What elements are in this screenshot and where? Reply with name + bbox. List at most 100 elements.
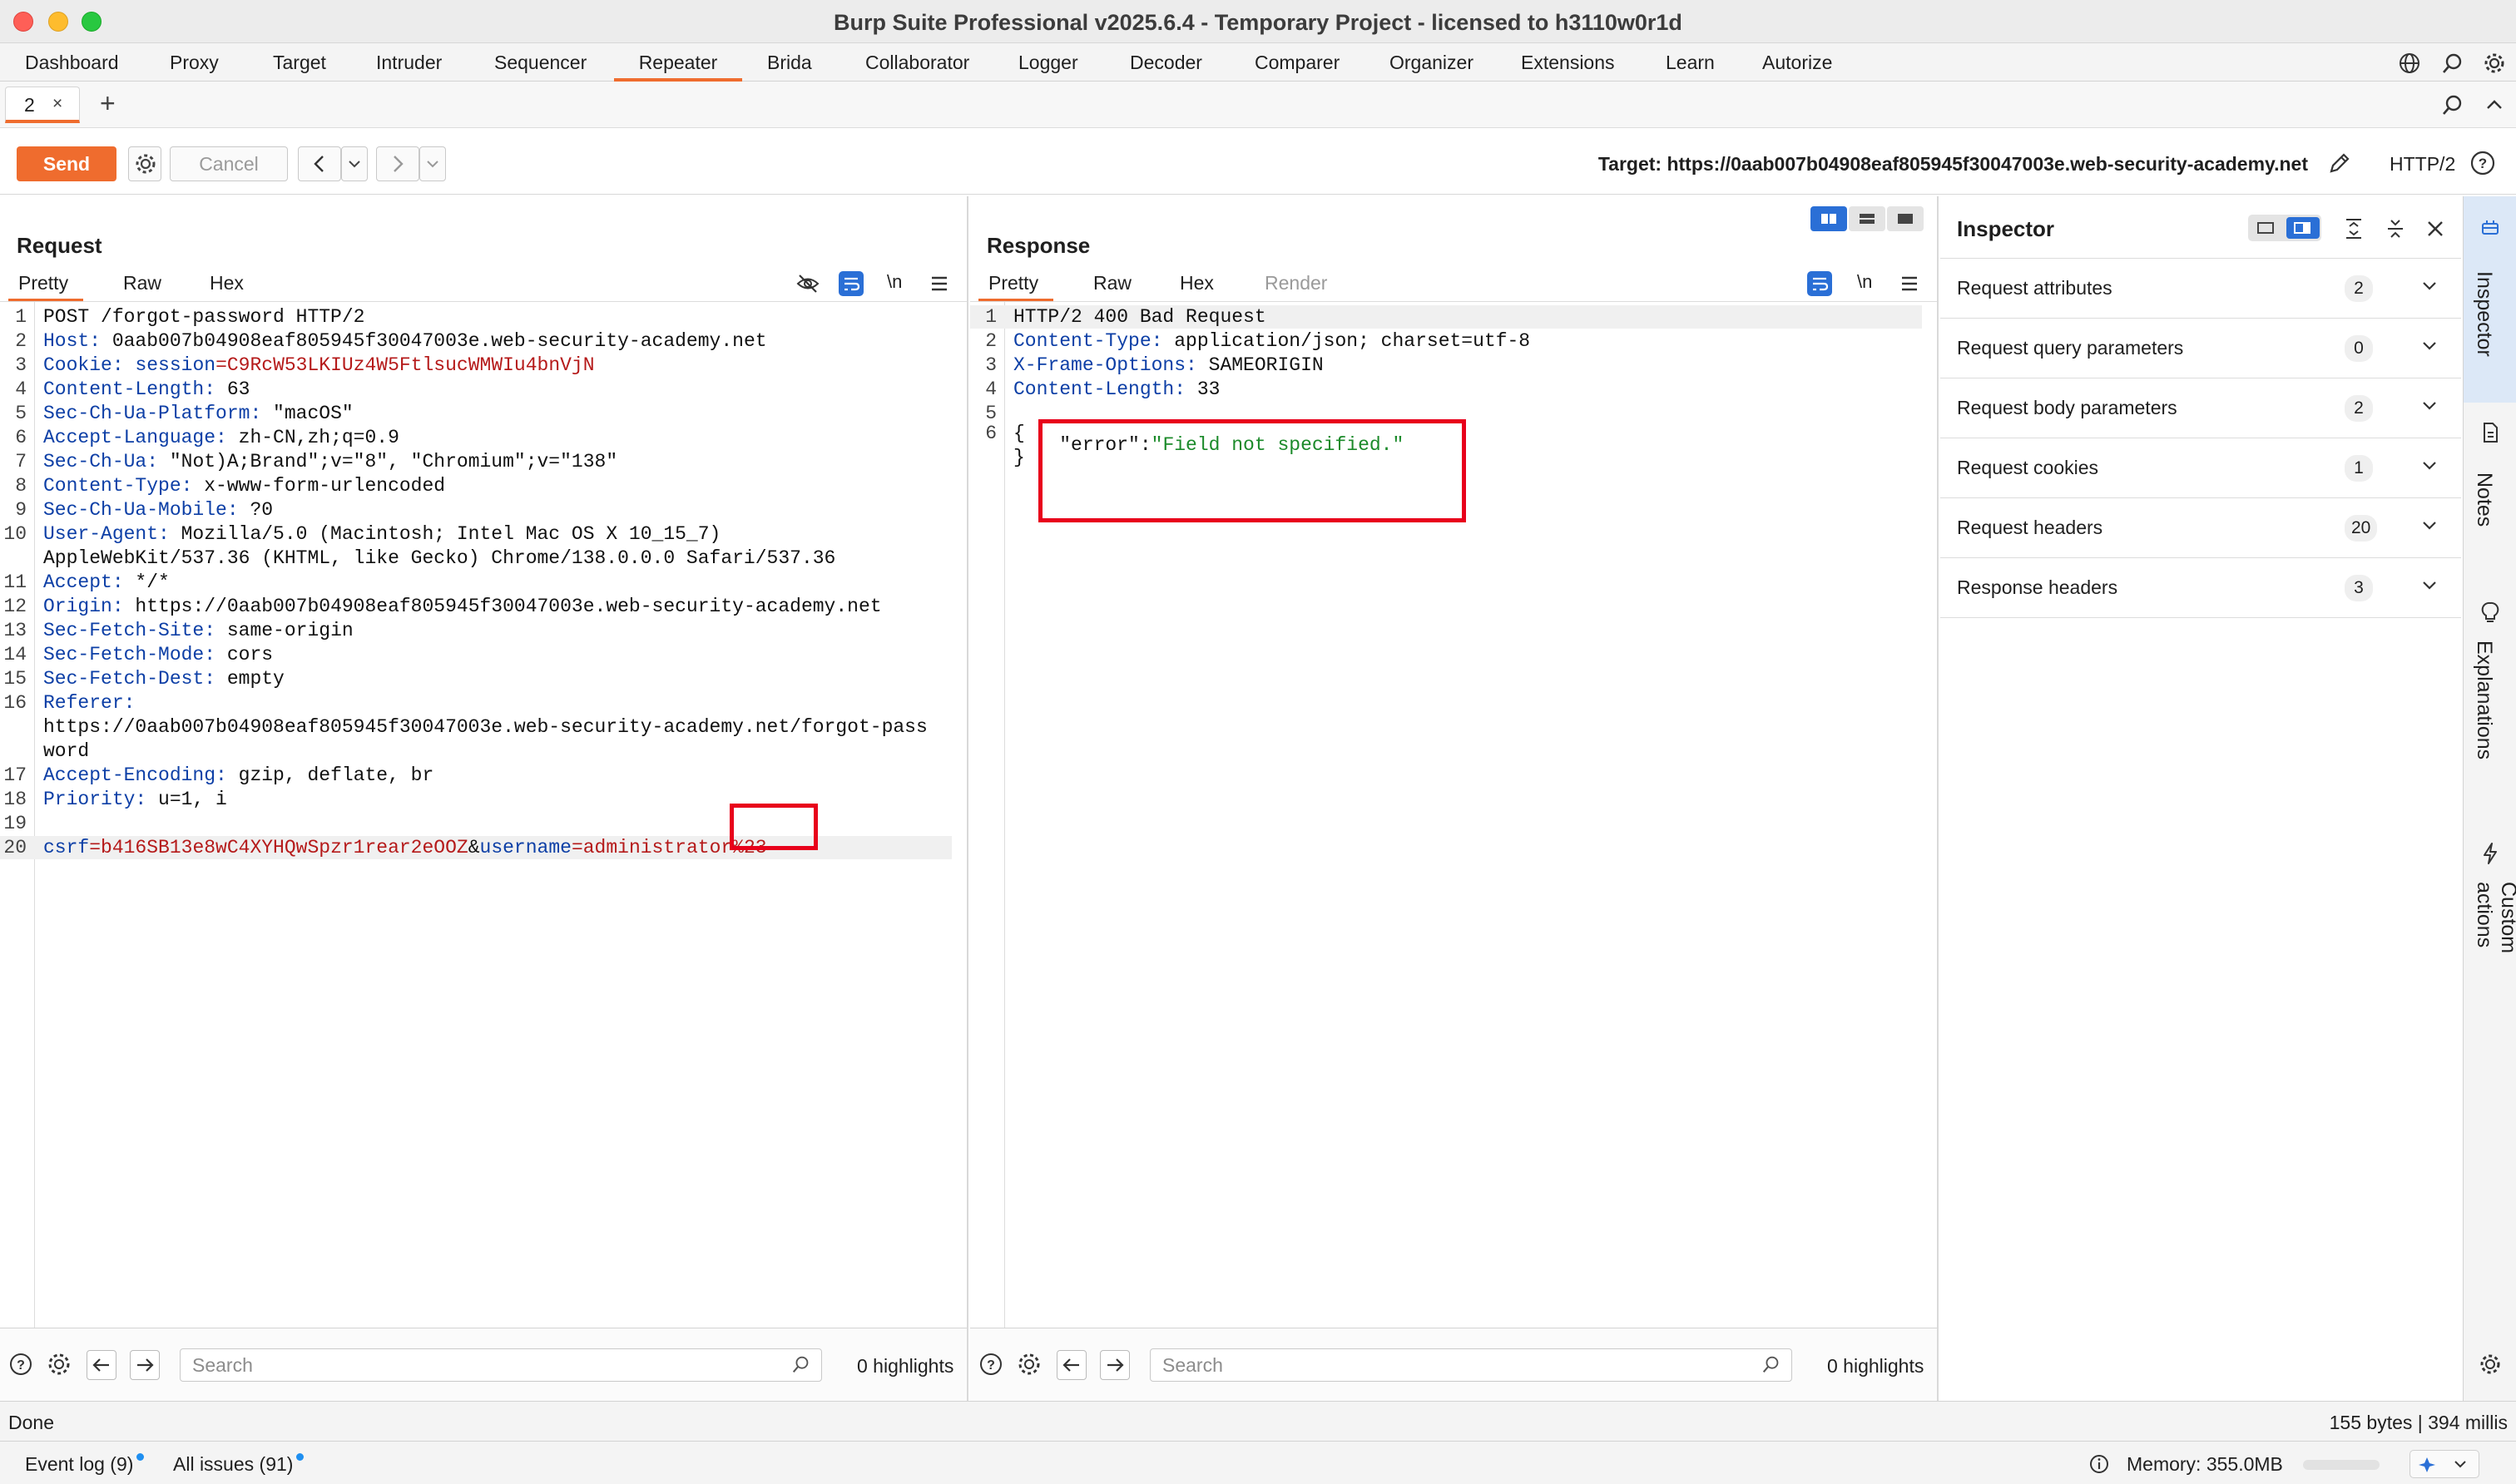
cancel-button[interactable]: Cancel [170, 146, 288, 181]
menu-icon[interactable] [927, 271, 952, 296]
tab-autorize[interactable]: Autorize [1757, 43, 1837, 82]
rail-custom-actions[interactable]: Custom actions [2464, 842, 2516, 1025]
repeater-tab-label: 2 [24, 94, 35, 116]
response-tab-render[interactable]: Render [1255, 270, 1337, 301]
layout-side-by-side-button[interactable] [1810, 206, 1847, 231]
line-number: 15 [3, 668, 27, 690]
pretty-print-toggle[interactable] [839, 271, 864, 296]
gear-icon[interactable] [2479, 1353, 2502, 1376]
hide-eye-icon[interactable] [795, 271, 820, 296]
search-settings-gear-icon[interactable] [47, 1352, 72, 1377]
request-highlights-count: 0 highlights [857, 1355, 954, 1377]
line-content: Content-Type: x-www-form-urlencoded [43, 474, 445, 497]
back-button[interactable] [298, 146, 341, 181]
http-version-label[interactable]: HTTP/2 [2390, 153, 2455, 176]
inspector-row-request-attributes[interactable]: Request attributes 2 [1940, 259, 2461, 319]
layout-single-button[interactable] [1887, 206, 1924, 231]
close-tab-icon[interactable]: × [52, 94, 62, 114]
forward-button[interactable] [376, 146, 419, 181]
request-editor[interactable]: 1 POST /forgot-password HTTP/2 2 Host: 0aab… [0, 302, 967, 1484]
chevron-right-icon [394, 156, 404, 172]
inspector-row-request-headers[interactable]: Request headers 20 [1940, 498, 2461, 558]
tab-sequencer[interactable]: Sequencer [489, 43, 592, 82]
tab-dashboard[interactable]: Dashboard [20, 43, 124, 82]
event-log-link[interactable]: Event log (9) [25, 1453, 145, 1476]
line-number: 4 [985, 378, 997, 400]
search-settings-gear-icon[interactable] [1017, 1352, 1042, 1377]
collapse-all-icon[interactable] [2383, 216, 2408, 241]
globe-icon[interactable] [2398, 52, 2421, 75]
help-icon[interactable]: ? [8, 1352, 33, 1377]
back-history-dropdown[interactable] [341, 146, 368, 181]
code-token: empty [215, 668, 285, 690]
all-issues-link[interactable]: All issues (91) [173, 1453, 305, 1476]
rail-inspector[interactable]: Inspector [2464, 196, 2516, 403]
response-tab-raw[interactable]: Raw [1083, 270, 1142, 301]
rail-notes[interactable]: Notes [2464, 421, 2516, 546]
memory-bar [2303, 1460, 2380, 1470]
search-next-button[interactable] [1100, 1350, 1130, 1380]
send-button[interactable]: Send [17, 146, 116, 181]
inspector-row-count: 2 [2345, 275, 2373, 302]
tab-learn[interactable]: Learn [1661, 43, 1720, 82]
search-icon[interactable] [2441, 52, 2464, 75]
request-code-line: 6 Accept-Language: zh-CN,zh;q=0.9 [0, 426, 952, 449]
layout-stacked-button[interactable] [1849, 206, 1885, 231]
repeater-tab[interactable]: 2 × [5, 87, 80, 123]
inspector-row-response-headers[interactable]: Response headers 3 [1940, 558, 2461, 618]
response-tab-hex[interactable]: Hex [1170, 270, 1224, 301]
chevron-down-icon [2423, 402, 2436, 410]
code-token: X-Frame-Options: [1013, 354, 1197, 376]
search-previous-button[interactable] [1057, 1350, 1087, 1380]
menu-icon[interactable] [1897, 271, 1922, 296]
tab-collaborator[interactable]: Collaborator [860, 43, 974, 82]
tab-comparer[interactable]: Comparer [1250, 43, 1345, 82]
tab-intruder[interactable]: Intruder [371, 43, 447, 82]
tab-extensions[interactable]: Extensions [1516, 43, 1620, 82]
rail-label: Notes [2473, 472, 2496, 527]
gear-icon[interactable] [2483, 52, 2506, 75]
ai-assistant-button[interactable] [2410, 1450, 2479, 1478]
request-tab-raw[interactable]: Raw [113, 270, 171, 301]
search-next-button[interactable] [130, 1350, 160, 1380]
response-code-line: 1 HTTP/2 400 Bad Request [970, 305, 1922, 329]
help-icon[interactable]: ? [2469, 150, 2496, 176]
add-tab-button[interactable]: + [100, 88, 116, 118]
code-token: u=1, i [146, 789, 227, 810]
edit-target-pencil-icon[interactable] [2326, 150, 2353, 176]
request-tab-hex[interactable]: Hex [200, 270, 254, 301]
tab-target[interactable]: Target [268, 43, 331, 82]
arrow-left-icon [1062, 1358, 1079, 1372]
line-content: Host: 0aab007b04908eaf805945f30047003e.w… [43, 329, 767, 353]
tab-repeater[interactable]: Repeater [614, 43, 742, 82]
search-tabs-icon[interactable] [2441, 93, 2464, 116]
pretty-print-toggle[interactable] [1807, 271, 1832, 296]
search-previous-button[interactable] [87, 1350, 116, 1380]
info-icon[interactable] [2088, 1453, 2110, 1475]
inspector-row-request-cookies[interactable]: Request cookies 1 [1940, 438, 2461, 498]
response-tab-pretty[interactable]: Pretty [978, 270, 1053, 301]
tab-organizer[interactable]: Organizer [1384, 43, 1478, 82]
chevron-up-icon[interactable] [2483, 93, 2506, 116]
repeater-tab-strip: 2 × + [0, 82, 2516, 128]
tab-proxy[interactable]: Proxy [165, 43, 224, 82]
help-icon[interactable]: ? [978, 1352, 1003, 1377]
tab-decoder[interactable]: Decoder [1125, 43, 1207, 82]
inspector-layout-toggle[interactable] [2248, 215, 2321, 241]
newline-toggle[interactable]: \n [1857, 271, 1872, 293]
line-content: Content-Type: application/json; charset=… [1013, 329, 1530, 353]
newline-toggle[interactable]: \n [887, 271, 902, 293]
tab-logger[interactable]: Logger [1013, 43, 1083, 82]
inspector-row-request-query-parameters[interactable]: Request query parameters 0 [1940, 319, 2461, 378]
expand-all-icon[interactable] [2341, 216, 2366, 241]
inspector-row-request-body-parameters[interactable]: Request body parameters 2 [1940, 378, 2461, 438]
request-search-input[interactable]: Search [180, 1348, 822, 1382]
response-search-input[interactable]: Search [1150, 1348, 1792, 1382]
close-icon[interactable] [2423, 216, 2448, 241]
request-title: Request [17, 233, 102, 258]
forward-history-dropdown[interactable] [419, 146, 446, 181]
tab-brida[interactable]: Brida [762, 43, 817, 82]
rail-explanations[interactable]: Explanations [2464, 601, 2516, 792]
send-settings-button[interactable] [128, 146, 161, 181]
request-tab-pretty[interactable]: Pretty [8, 270, 83, 301]
